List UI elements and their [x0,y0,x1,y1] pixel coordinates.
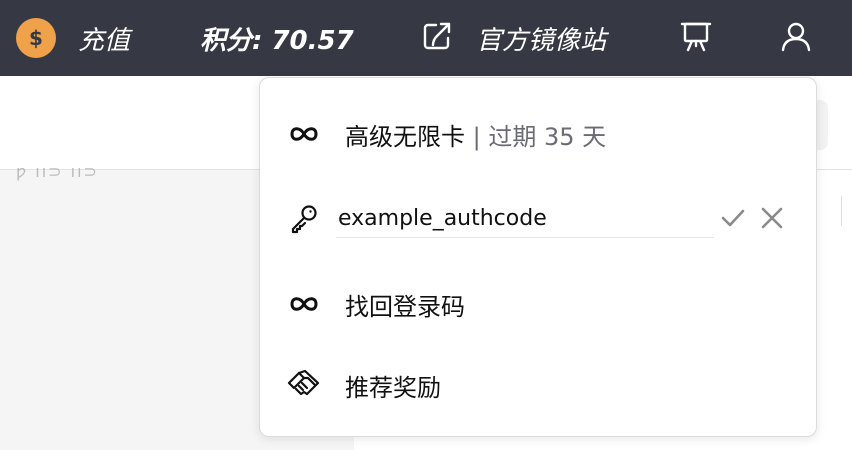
user-account-button[interactable] [776,0,816,76]
recover-login-code-label: 找回登录码 [345,292,465,321]
plan-expiry: | 过期 35 天 [465,122,607,151]
auth-code-input[interactable] [336,199,714,238]
close-icon [761,207,783,229]
mirror-site-link[interactable]: 官方镜像站 [420,0,606,76]
scroll-edge [841,196,852,226]
obscured-text: ƿ ıı⊃ ıı⊃ [16,162,99,181]
menu-item-plan[interactable]: 高级无限卡 | 过期 35 天 [260,114,816,154]
points-display: 积分: 70.57 [200,0,354,76]
menu-item-recover-login-code[interactable]: 找回登录码 [260,284,816,324]
mirror-site-label: 官方镜像站 [476,25,607,56]
referral-rewards-label: 推荐奖励 [345,373,441,402]
clear-button[interactable] [755,201,789,235]
confirm-check-button[interactable] [716,201,750,235]
infinity-icon [286,116,322,152]
external-share-icon [420,19,454,57]
presentation-board-icon [679,19,713,57]
handshake-icon [286,367,322,403]
menu-item-auth-code [260,199,816,239]
plan-name: 高级无限卡 [345,122,465,151]
menu-item-referral-rewards[interactable]: 推荐奖励 [260,365,816,405]
check-icon [721,209,745,227]
top-navigation-bar: $ 充值 积分: 70.57 官方镜像站 [0,0,852,76]
recharge-button[interactable]: $ 充值 [16,0,130,76]
recharge-label: 充值 [78,25,131,56]
infinity-icon [286,286,322,322]
svg-text:$: $ [29,26,43,50]
presentation-board-button[interactable] [676,0,716,76]
user-icon [779,19,813,57]
plan-label: 高级无限卡 | 过期 35 天 [345,117,606,152]
points-label: 积分: 70.57 [200,25,354,56]
dollar-coin-icon: $ [16,18,56,58]
account-dropdown-menu: 高级无限卡 | 过期 35 天 找回登录码 [259,77,817,437]
key-icon [286,201,322,237]
